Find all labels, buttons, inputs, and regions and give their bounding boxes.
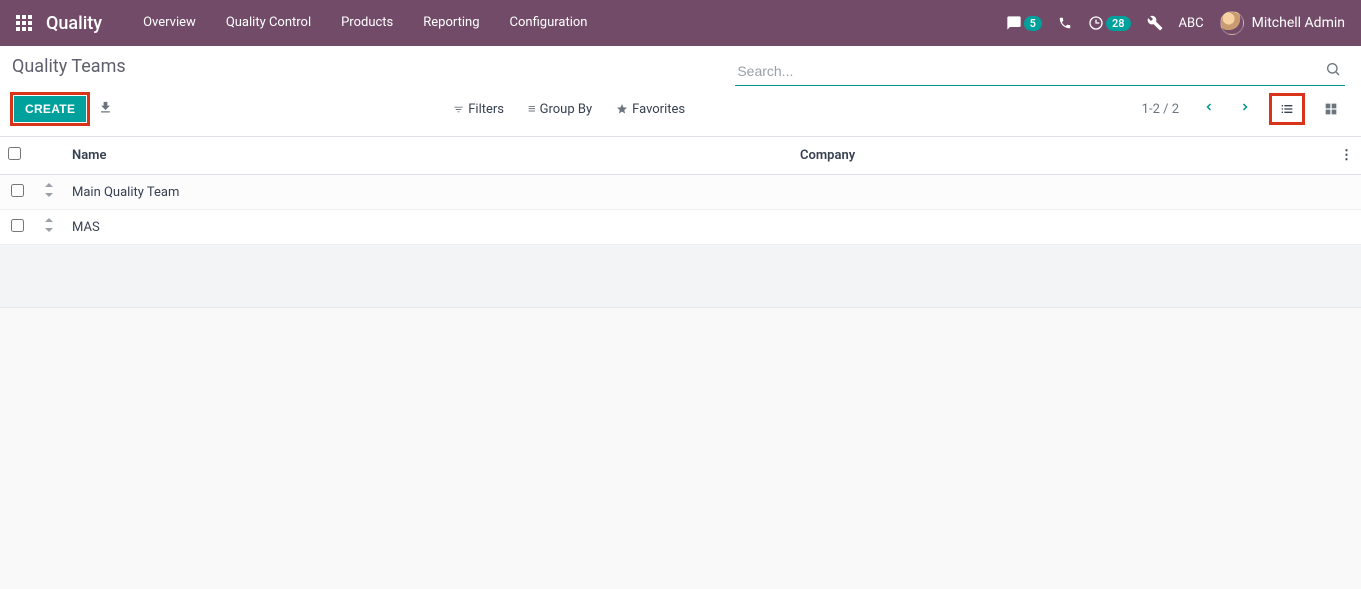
pager-next-icon[interactable] [1233,97,1257,121]
debug-icon[interactable] [1147,15,1163,31]
groupby-button[interactable]: ≡ Group By [528,101,592,117]
phone-icon[interactable] [1058,16,1072,30]
table-row[interactable]: MAS [0,210,1361,245]
select-all-checkbox[interactable] [8,147,21,160]
user-menu[interactable]: Mitchell Admin [1220,11,1345,35]
kanban-view-icon[interactable] [1317,97,1345,121]
search-input[interactable] [735,59,1321,83]
column-options-icon[interactable]: ⋮ [1332,137,1361,175]
user-name: Mitchell Admin [1252,15,1345,31]
nav-menu: Overview Quality Control Products Report… [128,0,602,46]
activities-badge: 28 [1106,16,1131,31]
table-row[interactable]: Main Quality Team [0,175,1361,210]
nav-reporting[interactable]: Reporting [408,0,494,46]
filters-button[interactable]: Filters [453,102,504,117]
col-name[interactable]: Name [64,137,792,175]
col-company[interactable]: Company [792,137,1332,175]
discuss-badge: 5 [1024,16,1042,31]
list-view-icon[interactable] [1273,97,1301,121]
row-checkbox[interactable] [11,184,24,197]
page-title: Quality Teams [10,56,126,77]
drag-handle-icon[interactable] [34,210,64,245]
cell-company [792,175,1332,210]
nav-quality-control[interactable]: Quality Control [211,0,326,46]
apps-icon[interactable] [16,15,32,31]
favorites-button[interactable]: Favorites [616,102,685,117]
activities-icon[interactable]: 28 [1088,15,1131,31]
avatar [1220,11,1244,35]
row-checkbox[interactable] [11,219,24,232]
favorites-label: Favorites [632,102,685,117]
search-icon[interactable] [1321,61,1345,81]
filters-label: Filters [468,102,504,117]
groupby-label: Group By [540,102,593,117]
teams-table: Name Company ⋮ Main Quality Team MAS [0,137,1361,245]
nav-configuration[interactable]: Configuration [495,0,603,46]
nav-overview[interactable]: Overview [128,0,211,46]
list-view-highlight [1269,93,1305,125]
export-icon[interactable] [98,100,113,119]
list-icon: ≡ [528,101,536,117]
empty-area [0,245,1361,308]
cell-name: Main Quality Team [64,175,792,210]
cell-company [792,210,1332,245]
nav-right: 5 28 ABC Mitchell Admin [1006,11,1345,35]
control-panel: Quality Teams CREATE Filters ≡ Gro [0,46,1361,137]
app-brand[interactable]: Quality [46,13,102,34]
discuss-icon[interactable]: 5 [1006,15,1042,31]
search-bar [735,56,1345,86]
top-navbar: Quality Overview Quality Control Product… [0,0,1361,46]
create-highlight: CREATE [10,92,90,126]
pager-prev-icon[interactable] [1197,97,1221,121]
company-switcher[interactable]: ABC [1179,16,1204,31]
create-button[interactable]: CREATE [14,96,86,122]
pager[interactable]: 1-2 / 2 [1142,102,1179,117]
drag-handle-icon[interactable] [34,175,64,210]
nav-products[interactable]: Products [326,0,408,46]
cell-name: MAS [64,210,792,245]
